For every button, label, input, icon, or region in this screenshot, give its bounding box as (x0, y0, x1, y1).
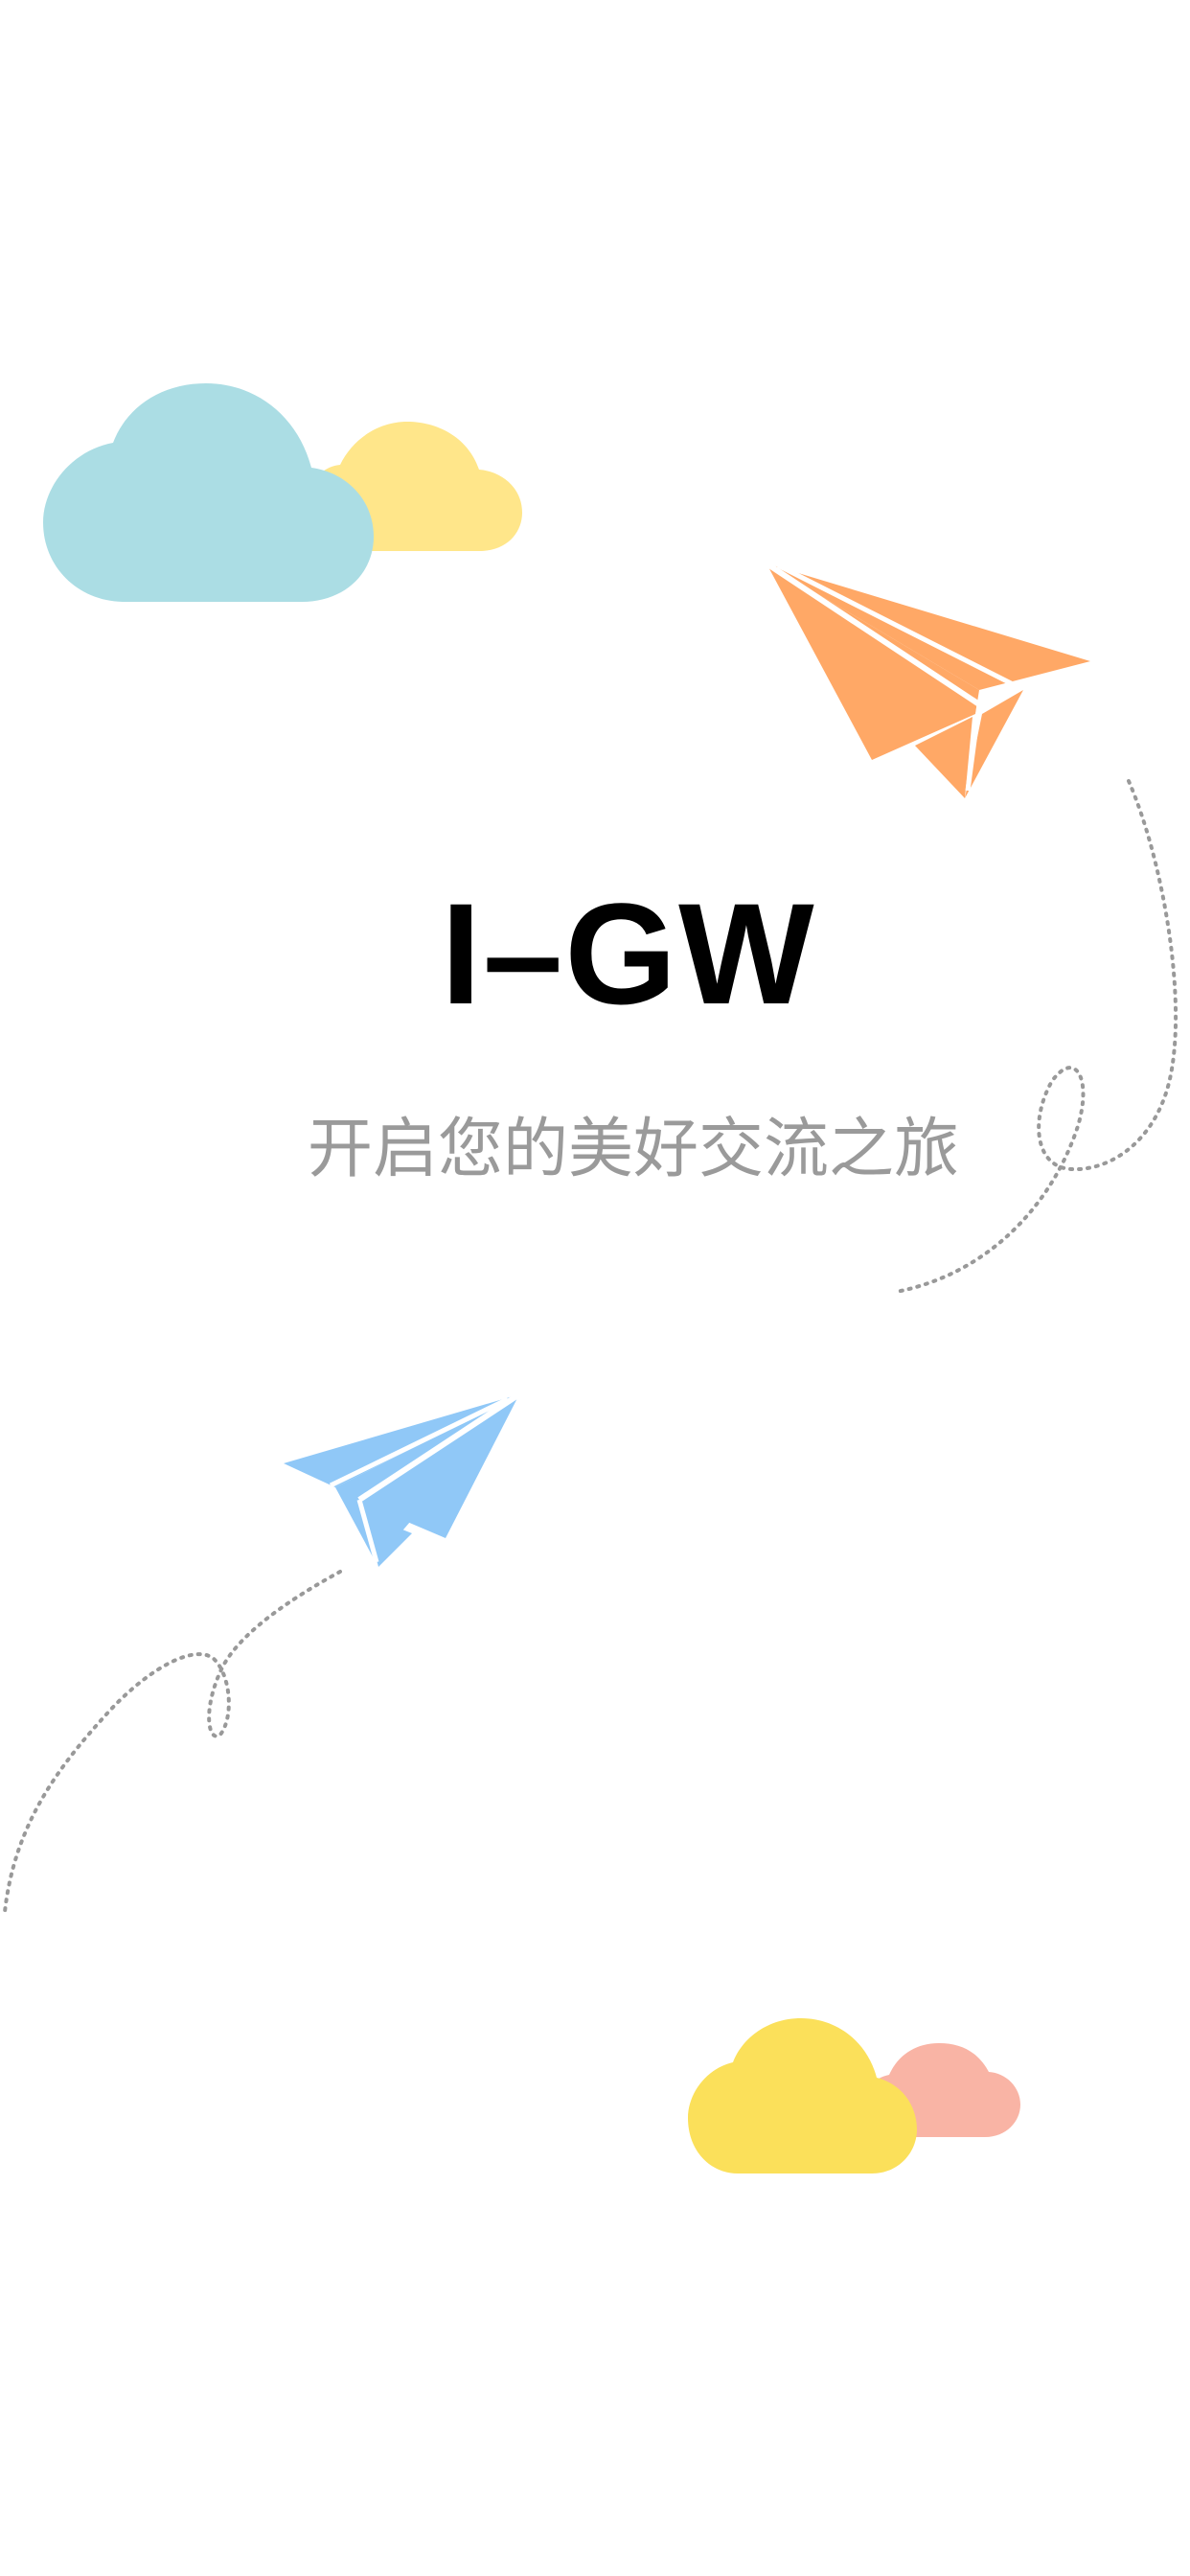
orange-paper-plane-icon (765, 561, 1090, 798)
splash-screen: I–GW 开启您的美好交流之旅 (0, 0, 1190, 2576)
blue-plane-trail (3, 1570, 342, 1914)
app-title: I–GW (441, 873, 816, 1034)
background-art (3, 383, 1179, 2174)
blue-paper-plane-icon (284, 1392, 521, 1567)
bottom-yellow-cloud-icon (688, 2018, 917, 2174)
orange-plane-trail (894, 779, 1179, 1294)
top-blue-cloud-icon (43, 383, 374, 602)
app-tagline: 开启您的美好交流之旅 (307, 1112, 959, 1187)
